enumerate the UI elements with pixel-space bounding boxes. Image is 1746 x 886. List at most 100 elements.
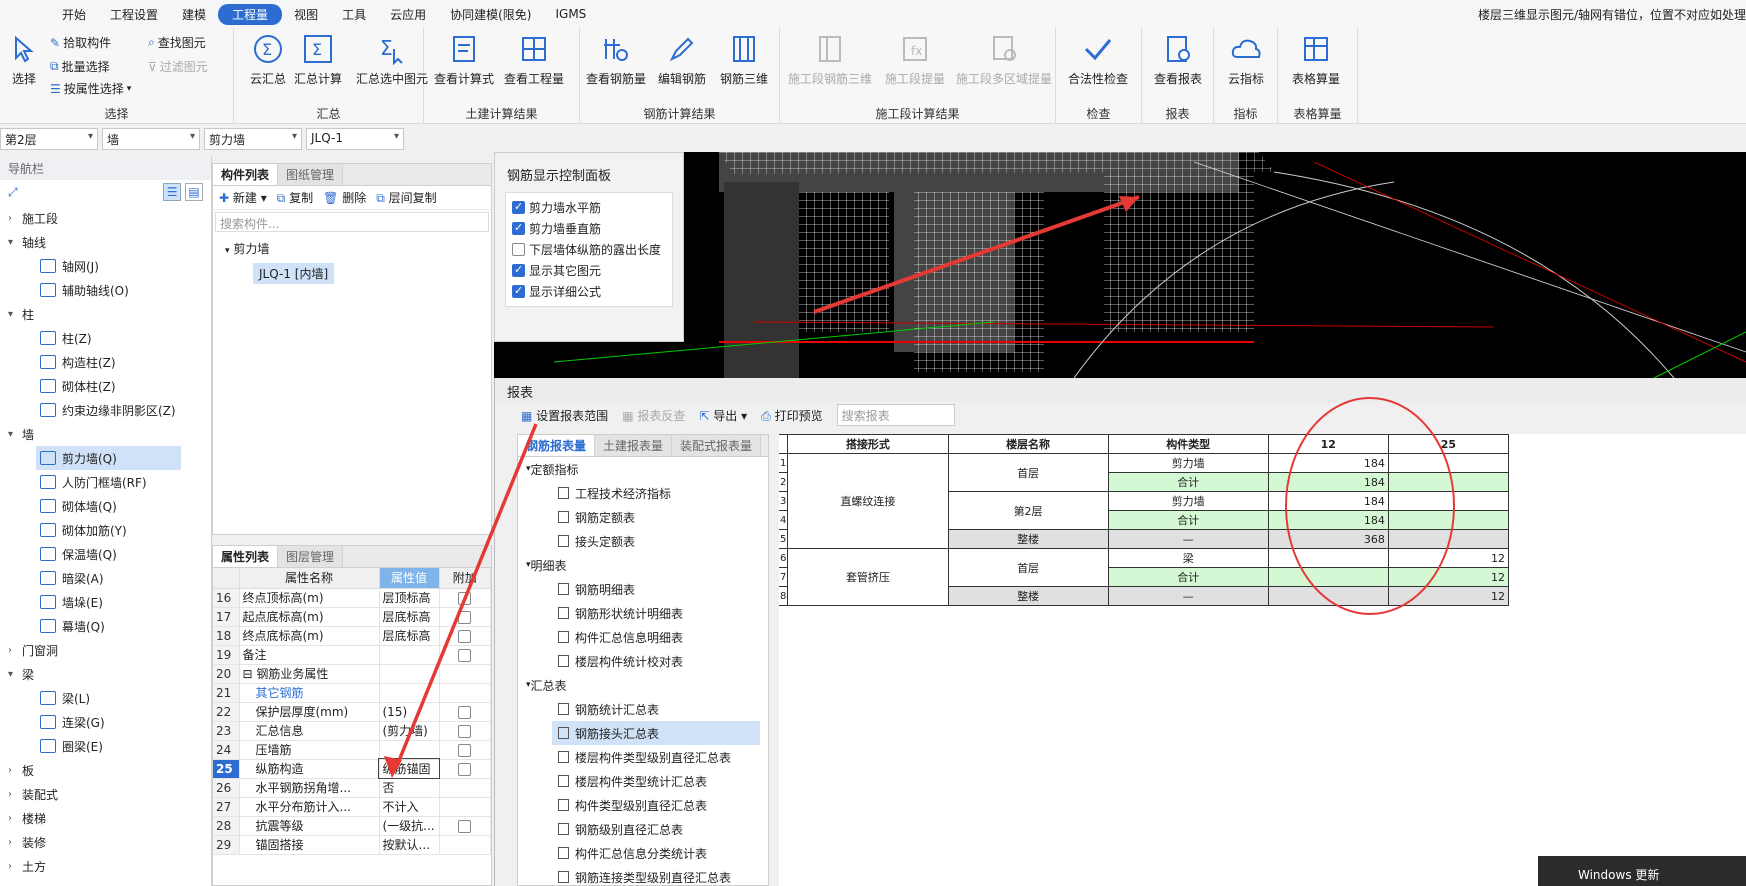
ctrl-option[interactable]: 剪力墙水平筋 xyxy=(512,197,666,218)
prop-value[interactable]: (15) xyxy=(379,702,440,722)
nav-item-10[interactable]: 剪力墙(Q) xyxy=(36,446,181,470)
property-row[interactable]: 29 锚固搭接 按默认... xyxy=(213,835,491,855)
stage-quantity-button[interactable]: fx 施工段提量 xyxy=(880,32,950,87)
option-checkbox[interactable] xyxy=(512,221,525,235)
report-tree-item[interactable]: 工程技术经济指标 xyxy=(518,481,768,505)
tab-drawing-manage[interactable]: 图纸管理 xyxy=(278,164,344,185)
nav-item-2[interactable]: 轴网(J) xyxy=(0,254,211,278)
collapsed-icon[interactable]: › xyxy=(8,765,22,776)
nav-item-9[interactable]: ▾ 墙 xyxy=(0,422,211,446)
property-row[interactable]: 17 起点底标高(m) 层底标高 xyxy=(213,607,491,627)
prop-value[interactable] xyxy=(379,645,440,665)
collapsed-icon[interactable]: › xyxy=(8,861,22,872)
nav-item-0[interactable]: › 施工段 xyxy=(0,206,211,230)
print-preview-button[interactable]: ⎙ 打印预览 xyxy=(761,407,822,424)
nav-item-15[interactable]: 暗梁(A) xyxy=(0,566,211,590)
report-tree-item[interactable]: 钢筋形状统计明细表 xyxy=(518,601,768,625)
type-select[interactable]: 剪力墙 xyxy=(204,128,302,150)
expanded-icon[interactable]: ▾ xyxy=(8,429,22,440)
prop-value[interactable] xyxy=(379,683,440,703)
expanded-icon[interactable]: ▾ xyxy=(8,309,22,320)
nav-item-3[interactable]: 辅助轴线(O) xyxy=(0,278,211,302)
nav-item-23[interactable]: › 板 xyxy=(0,758,211,782)
report-tree-item[interactable]: 钢筋定额表 xyxy=(518,505,768,529)
menu-item-1[interactable]: 工程设置 xyxy=(98,4,170,25)
property-row[interactable]: 21 其它钢筋 xyxy=(213,683,491,703)
nav-item-20[interactable]: 梁(L) xyxy=(0,686,211,710)
option-checkbox[interactable] xyxy=(512,243,525,256)
report-tree-item[interactable]: 构件汇总信息分类统计表 xyxy=(518,841,768,865)
tab-civil-report[interactable]: 土建报表量 xyxy=(595,435,673,456)
property-row[interactable]: 19 备注 xyxy=(213,645,491,665)
prop-value[interactable]: 层底标高 xyxy=(379,626,440,646)
prop-value[interactable]: 层顶标高 xyxy=(379,588,440,608)
nav-item-1[interactable]: ▾ 轴线 xyxy=(0,230,211,254)
windows-update-toast[interactable]: Windows 更新 xyxy=(1538,856,1746,886)
menu-item-3[interactable]: 工程量 xyxy=(218,3,283,25)
nav-item-21[interactable]: 连梁(G) xyxy=(0,710,211,734)
property-row[interactable]: 25 纵筋构造 纵筋锚固 xyxy=(213,758,491,779)
property-row[interactable]: 28 抗震等级 (一级抗... xyxy=(213,816,491,836)
report-tree-item[interactable]: 楼层构件类型统计汇总表 xyxy=(518,769,768,793)
menu-item-5[interactable]: 工具 xyxy=(330,4,378,25)
view-formula-button[interactable]: 查看计算式 xyxy=(434,32,494,87)
property-row[interactable]: 27 水平分布筋计入... 不计入 xyxy=(213,797,491,817)
collapsed-icon[interactable]: › xyxy=(8,837,22,848)
expanded-icon[interactable]: ▾ xyxy=(8,669,22,680)
component-search-input[interactable]: 搜索构件... xyxy=(215,212,489,232)
prop-value[interactable]: 纵筋锚固 xyxy=(378,758,440,779)
property-row[interactable]: 22 保护层厚度(mm) (15) xyxy=(213,702,491,722)
extra-checkbox[interactable] xyxy=(458,648,472,662)
view-quantity-button[interactable]: 查看工程量 xyxy=(504,32,564,87)
prop-value[interactable]: 不计入 xyxy=(379,797,440,817)
tab-layer-manage[interactable]: 图层管理 xyxy=(278,546,344,567)
extra-checkbox[interactable] xyxy=(458,762,472,776)
prop-value[interactable]: (剪力墙) xyxy=(379,721,440,741)
extra-checkbox[interactable] xyxy=(458,610,472,624)
report-search-input[interactable]: 搜索报表 xyxy=(836,404,955,426)
category-select[interactable]: 墙 xyxy=(102,128,200,150)
property-row[interactable]: 16 终点顶标高(m) 层顶标高 xyxy=(213,588,491,608)
menu-item-7[interactable]: 协同建模(限免) xyxy=(438,4,543,25)
report-tree-item[interactable]: 构件汇总信息明细表 xyxy=(518,625,768,649)
property-row[interactable]: 18 终点底标高(m) 层底标高 xyxy=(213,626,491,646)
delete-button[interactable]: 🗑 删除 xyxy=(323,189,366,206)
tab-rebar-report[interactable]: 钢筋报表量 xyxy=(518,435,596,456)
extra-checkbox[interactable] xyxy=(458,819,472,833)
pick-component-button[interactable]: ✎ 拾取构件 xyxy=(50,34,111,51)
collapsed-icon[interactable]: › xyxy=(8,813,22,824)
nav-item-17[interactable]: 幕墙(Q) xyxy=(0,614,211,638)
property-row[interactable]: 23 汇总信息 (剪力墙) xyxy=(213,721,491,741)
validity-check-button[interactable]: 合法性检查 xyxy=(1068,32,1128,87)
nav-item-13[interactable]: 砌体加筋(Y) xyxy=(0,518,211,542)
extra-checkbox[interactable] xyxy=(458,724,472,738)
component-item[interactable]: JLQ-1 [内墙] xyxy=(253,263,335,284)
select-by-attr-button[interactable]: ☰ 按属性选择 ▾ xyxy=(50,80,131,97)
property-row[interactable]: 20 ⊟ 钢筋业务属性 xyxy=(213,664,491,684)
report-tree-item[interactable]: 钢筋统计汇总表 xyxy=(518,697,768,721)
collapsed-icon[interactable]: › xyxy=(8,789,22,800)
collapsed-icon[interactable]: › xyxy=(8,645,22,656)
nav-item-24[interactable]: › 装配式 xyxy=(0,782,211,806)
summary-selected-button[interactable]: Σ 汇总选中图元 xyxy=(352,32,432,87)
copy-button[interactable]: ⧉ 复制 xyxy=(277,189,313,206)
component-group[interactable]: ▾ 剪力墙 xyxy=(213,234,491,263)
report-tree-item[interactable]: 构件类型级别直径汇总表 xyxy=(518,793,768,817)
select-button[interactable]: 选择 xyxy=(0,32,54,87)
report-tree-item[interactable]: 接头定额表 xyxy=(518,529,768,553)
report-tree-item[interactable]: 钢筋连接类型级别直径汇总表 xyxy=(518,865,768,886)
report-reverse-button[interactable]: ▦ 报表反查 xyxy=(622,407,685,424)
floor-select[interactable]: 第2层 xyxy=(0,128,98,150)
rebar-3d-button[interactable]: 钢筋三维 xyxy=(714,32,774,87)
menu-item-0[interactable]: 开始 xyxy=(50,4,98,25)
nav-item-25[interactable]: › 楼梯 xyxy=(0,806,211,830)
prop-value[interactable]: 否 xyxy=(379,778,440,798)
prop-value[interactable] xyxy=(379,740,440,760)
report-tree-item[interactable]: ▾ 定额指标 xyxy=(518,457,768,481)
menu-item-4[interactable]: 视图 xyxy=(282,4,330,25)
find-element-button[interactable]: ⌕ 查找图元 xyxy=(148,34,206,51)
menu-item-8[interactable]: IGMS xyxy=(543,5,598,23)
floor-copy-button[interactable]: ⧉ 层间复制 xyxy=(376,189,436,206)
report-tree-item[interactable]: 钢筋接头汇总表 xyxy=(552,721,760,745)
nav-item-6[interactable]: 构造柱(Z) xyxy=(0,350,211,374)
